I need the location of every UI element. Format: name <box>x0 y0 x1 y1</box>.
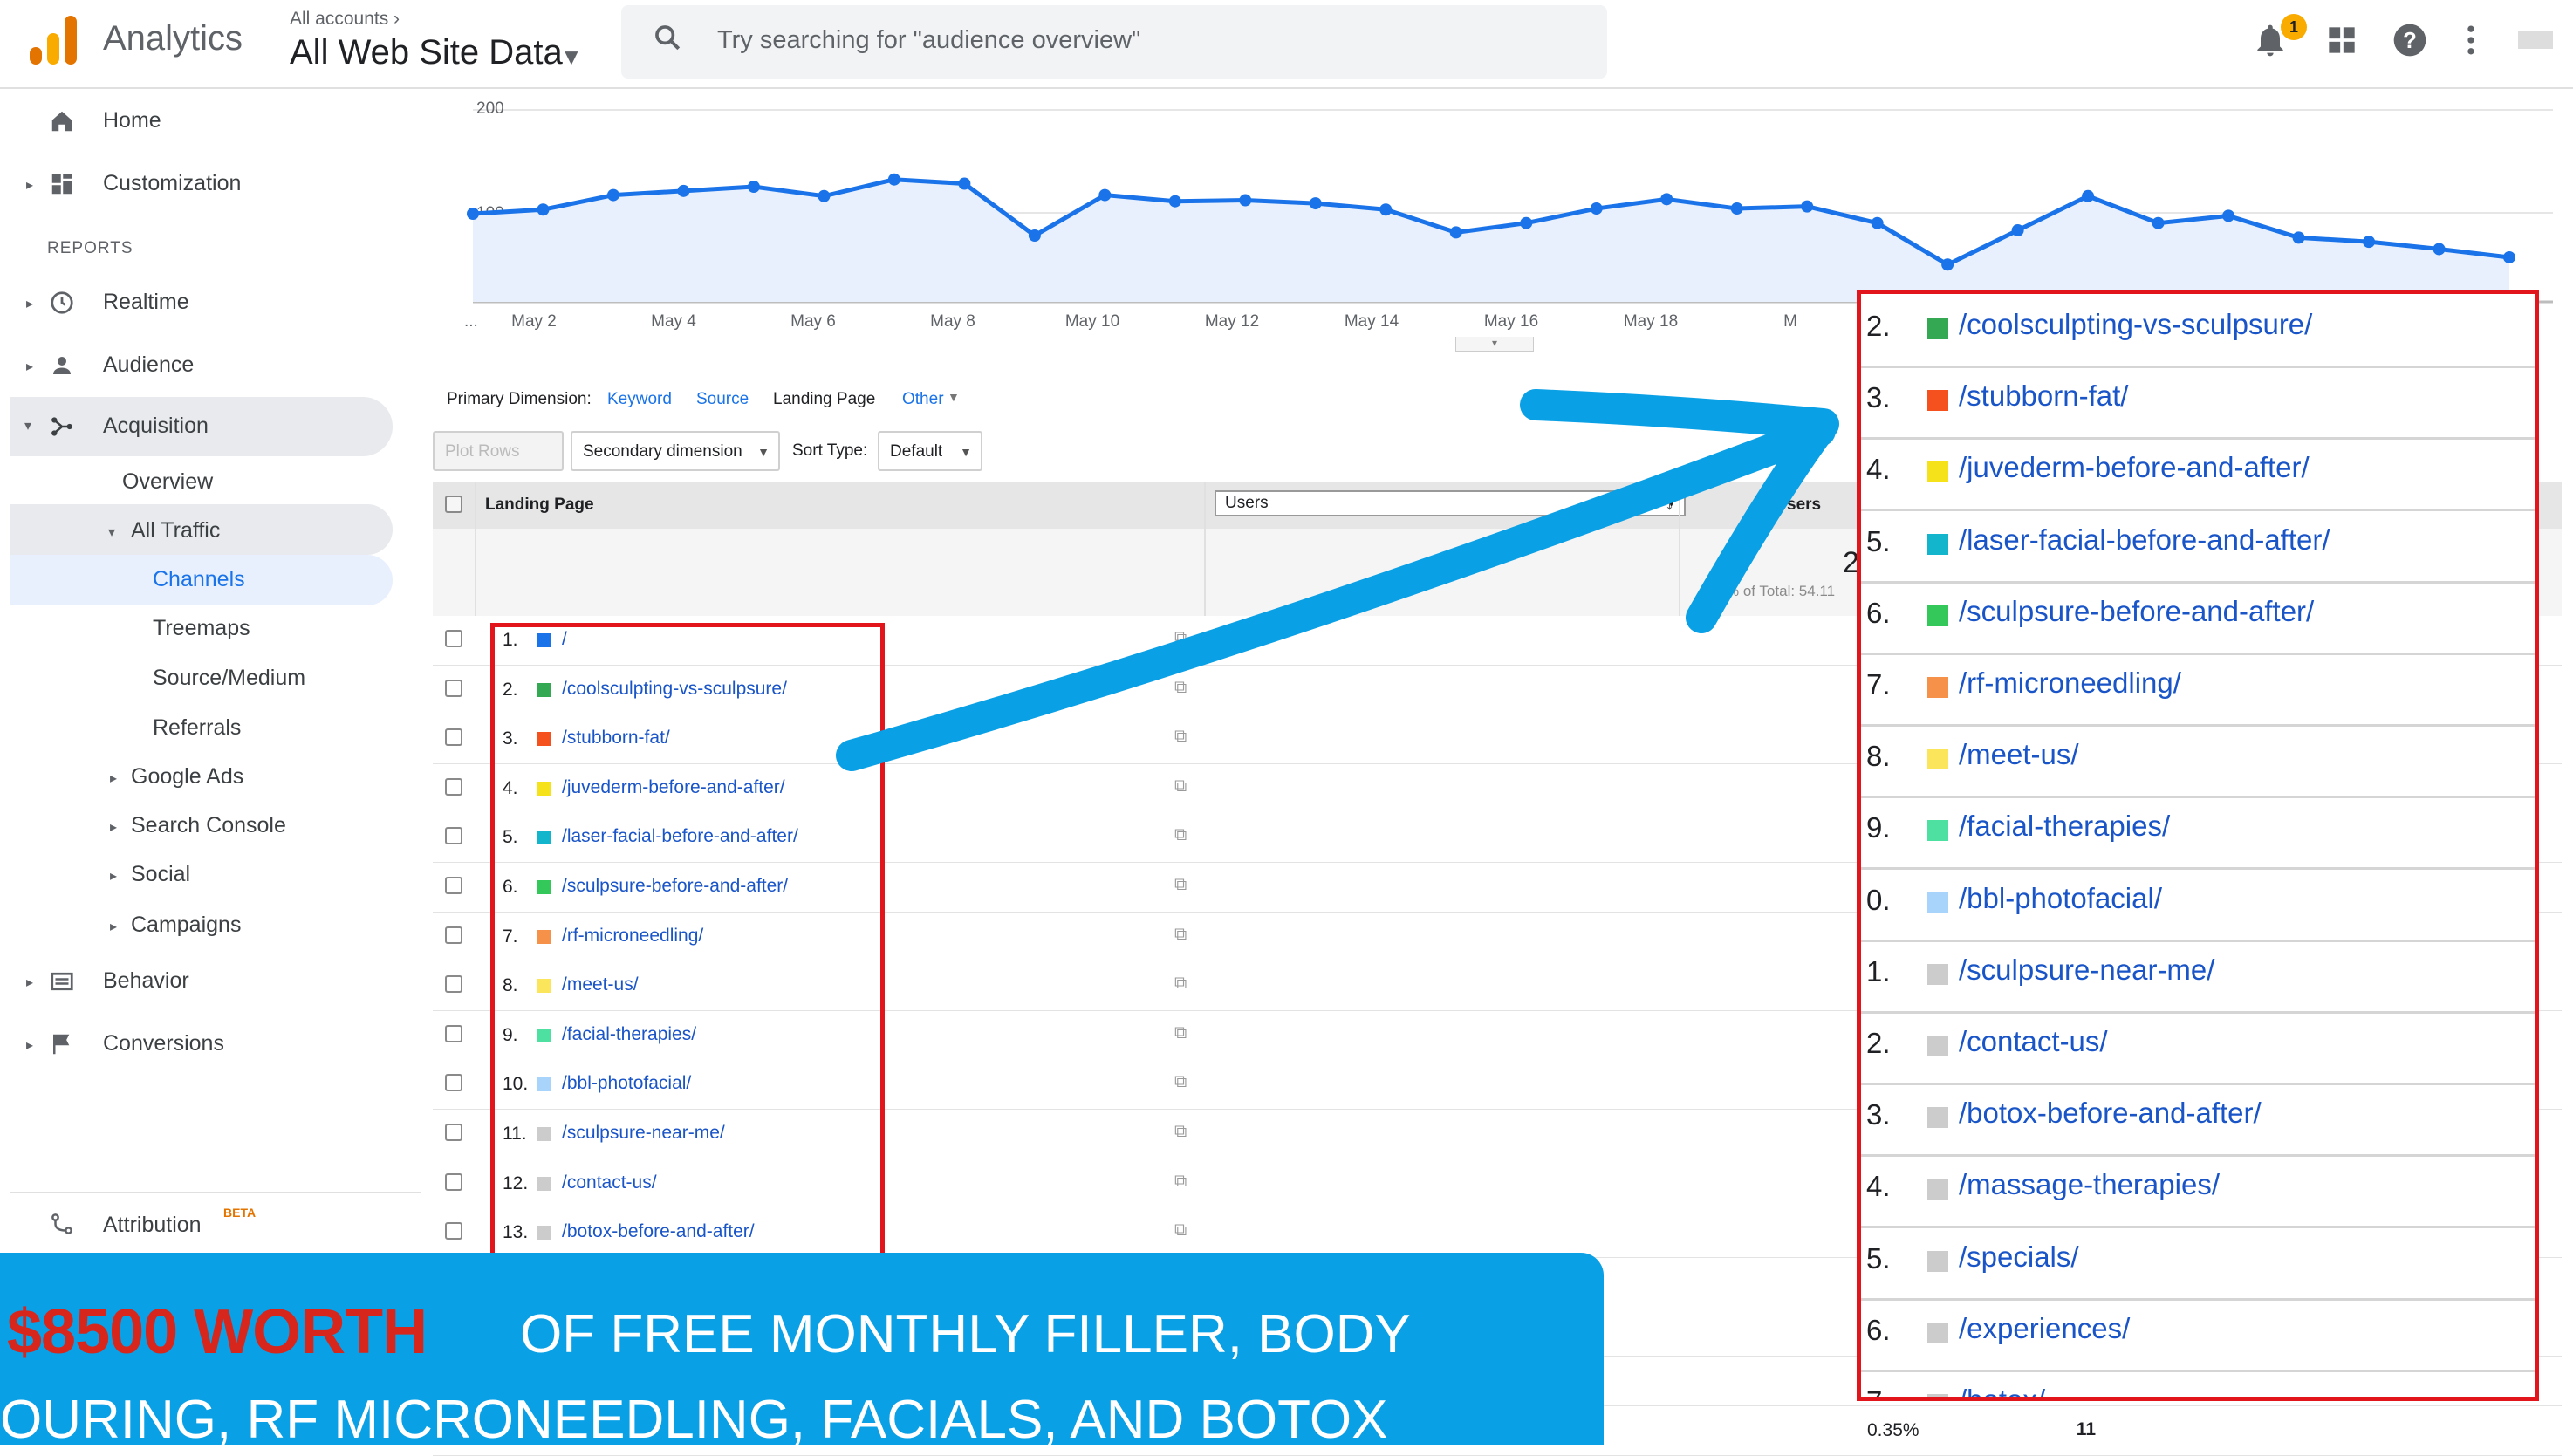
promo-banner: $8500 WORTH OF FREE MONTHLY FILLER, BODY… <box>0 1253 1604 1445</box>
banner-highlight: $8500 WORTH <box>7 1297 428 1367</box>
banner-line-1: OF FREE MONTHLY FILLER, BODY <box>520 1304 1411 1364</box>
banner-line-2: OURING, RF MICRONEEDLING, FACIALS, AND B… <box>0 1390 1388 1445</box>
pointer-arrow <box>836 389 1839 771</box>
